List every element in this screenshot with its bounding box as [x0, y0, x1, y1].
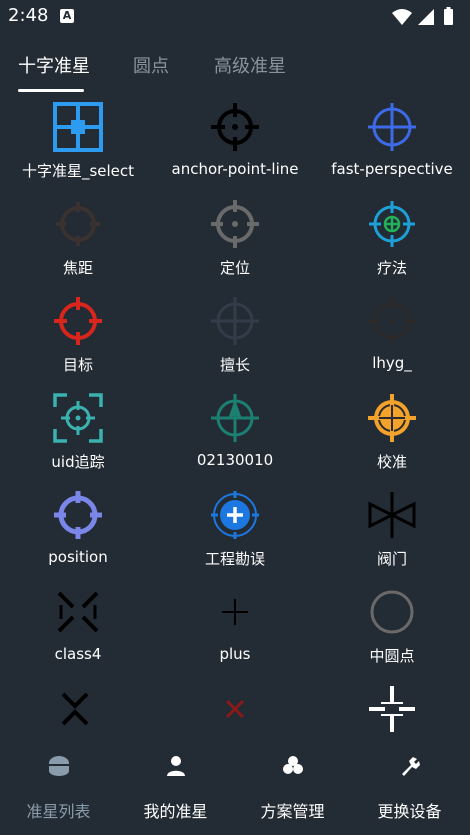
user-icon	[167, 756, 185, 776]
tab-crosshair[interactable]: 十字准星	[18, 52, 90, 78]
target-crosshair-icon	[54, 297, 102, 345]
locate-crosshair-icon	[211, 200, 259, 248]
crosshair-grid: 十字准星_select anchor-point-line fast-persp…	[0, 98, 470, 743]
crosshair-label: uid追踪	[51, 453, 105, 471]
crosshair-item[interactable]: 目标	[0, 292, 156, 389]
crosshair-item[interactable]: uid追踪	[0, 389, 156, 486]
calibrate-crosshair-icon	[368, 394, 416, 442]
status-bar: 2:48 A	[0, 0, 470, 32]
notification-badge: A	[60, 9, 74, 23]
crosshair-item[interactable]: 02130010	[157, 389, 313, 486]
crosshair-item[interactable]	[0, 680, 156, 743]
tab-advanced[interactable]: 高级准星	[214, 52, 286, 78]
nav-label: 更换设备	[377, 802, 442, 821]
crosshair-label: fast-perspective	[331, 160, 453, 178]
crosshair-label: position	[48, 548, 108, 566]
device-icon	[402, 757, 420, 776]
crosshair-label: 疗法	[376, 259, 407, 277]
crosshair-label: 擅长	[219, 356, 250, 374]
position-crosshair-icon	[54, 491, 102, 539]
crosshair-label: plus	[219, 645, 251, 663]
crosshair-label: 十字准星_select	[21, 162, 135, 180]
focus-crosshair-icon	[56, 202, 100, 246]
crosshair-item[interactable]: 疗法	[314, 195, 470, 292]
crosshair-label: class4	[54, 645, 102, 663]
lhyg-crosshair-icon	[368, 297, 416, 345]
crosshair-list-icon	[49, 756, 69, 776]
crosshair-item[interactable]: anchor-point-line	[157, 98, 313, 195]
blue-crosshair-icon	[368, 103, 416, 151]
nav-my-crosshair[interactable]: 我的准星	[117, 743, 234, 835]
crosshair-label: 中圆点	[369, 647, 415, 665]
crosshair-select-icon	[53, 102, 103, 152]
tab-dot[interactable]: 圆点	[133, 52, 169, 78]
small-x-icon	[225, 699, 245, 719]
valve-icon	[368, 492, 416, 538]
status-icons	[390, 7, 460, 31]
nav-label: 我的准星	[143, 802, 208, 821]
nav-crosshair-list[interactable]: 准星列表	[0, 743, 117, 835]
tracking-frame-icon	[53, 393, 103, 443]
crosshair-item[interactable]: 定位	[157, 195, 313, 292]
therapy-crosshair-icon	[369, 201, 415, 247]
crosshair-item[interactable]: 焦距	[0, 195, 156, 292]
nav-change-device[interactable]: 更换设备	[351, 743, 468, 835]
gap-crosshair-icon	[369, 686, 415, 732]
crosshair-label: 目标	[62, 356, 93, 374]
wifi-icon	[392, 9, 412, 25]
crosshair-item[interactable]	[314, 680, 470, 743]
x-crosshair-icon	[57, 591, 99, 633]
crosshair-item[interactable]: plus	[157, 583, 313, 680]
chevron-x-icon	[61, 692, 89, 726]
crosshair-label: 校准	[376, 453, 407, 471]
crosshair-item[interactable]: 工程勘误	[157, 486, 313, 583]
crosshair-label: 焦距	[62, 259, 93, 277]
crosshair-item[interactable]: 阀门	[314, 486, 470, 583]
crosshair-item[interactable]	[157, 680, 313, 743]
status-time: 2:48	[8, 5, 49, 26]
anchor-crosshair-icon	[211, 103, 259, 151]
category-tabs: 十字准星 圆点 高级准星	[0, 40, 470, 96]
crosshair-item[interactable]: 擅长	[157, 292, 313, 389]
active-tab-indicator	[18, 89, 84, 92]
crosshair-label: lhyg_	[372, 354, 412, 372]
plus-icon	[222, 599, 248, 625]
crosshair-item[interactable]: fast-perspective	[314, 98, 470, 195]
crosshair-label: 工程勘误	[204, 550, 265, 568]
crosshair-label: 定位	[219, 259, 250, 277]
crosshair-item[interactable]: 中圆点	[314, 583, 470, 680]
ring-icon	[370, 590, 414, 634]
bottom-navigation: 准星列表 我的准星 方案管理 更换设备	[0, 743, 470, 835]
signal-icon	[418, 9, 434, 25]
skill-crosshair-icon	[211, 297, 259, 345]
plus-circle-crosshair-icon	[211, 491, 259, 539]
arrow-crosshair-icon	[211, 394, 259, 442]
crosshair-item[interactable]: class4	[0, 583, 156, 680]
nav-label: 方案管理	[260, 802, 325, 821]
crosshair-label: 02130010	[196, 451, 274, 469]
crosshair-item[interactable]: 十字准星_select	[0, 98, 156, 195]
crosshair-item[interactable]: lhyg_	[314, 292, 470, 389]
crosshair-item[interactable]: 校准	[314, 389, 470, 486]
nav-scheme-manage[interactable]: 方案管理	[234, 743, 351, 835]
battery-icon	[444, 9, 453, 25]
scheme-icon	[283, 756, 303, 774]
crosshair-label: 阀门	[376, 550, 407, 568]
crosshair-label: anchor-point-line	[171, 160, 299, 178]
nav-label: 准星列表	[26, 802, 91, 821]
crosshair-item[interactable]: position	[0, 486, 156, 583]
